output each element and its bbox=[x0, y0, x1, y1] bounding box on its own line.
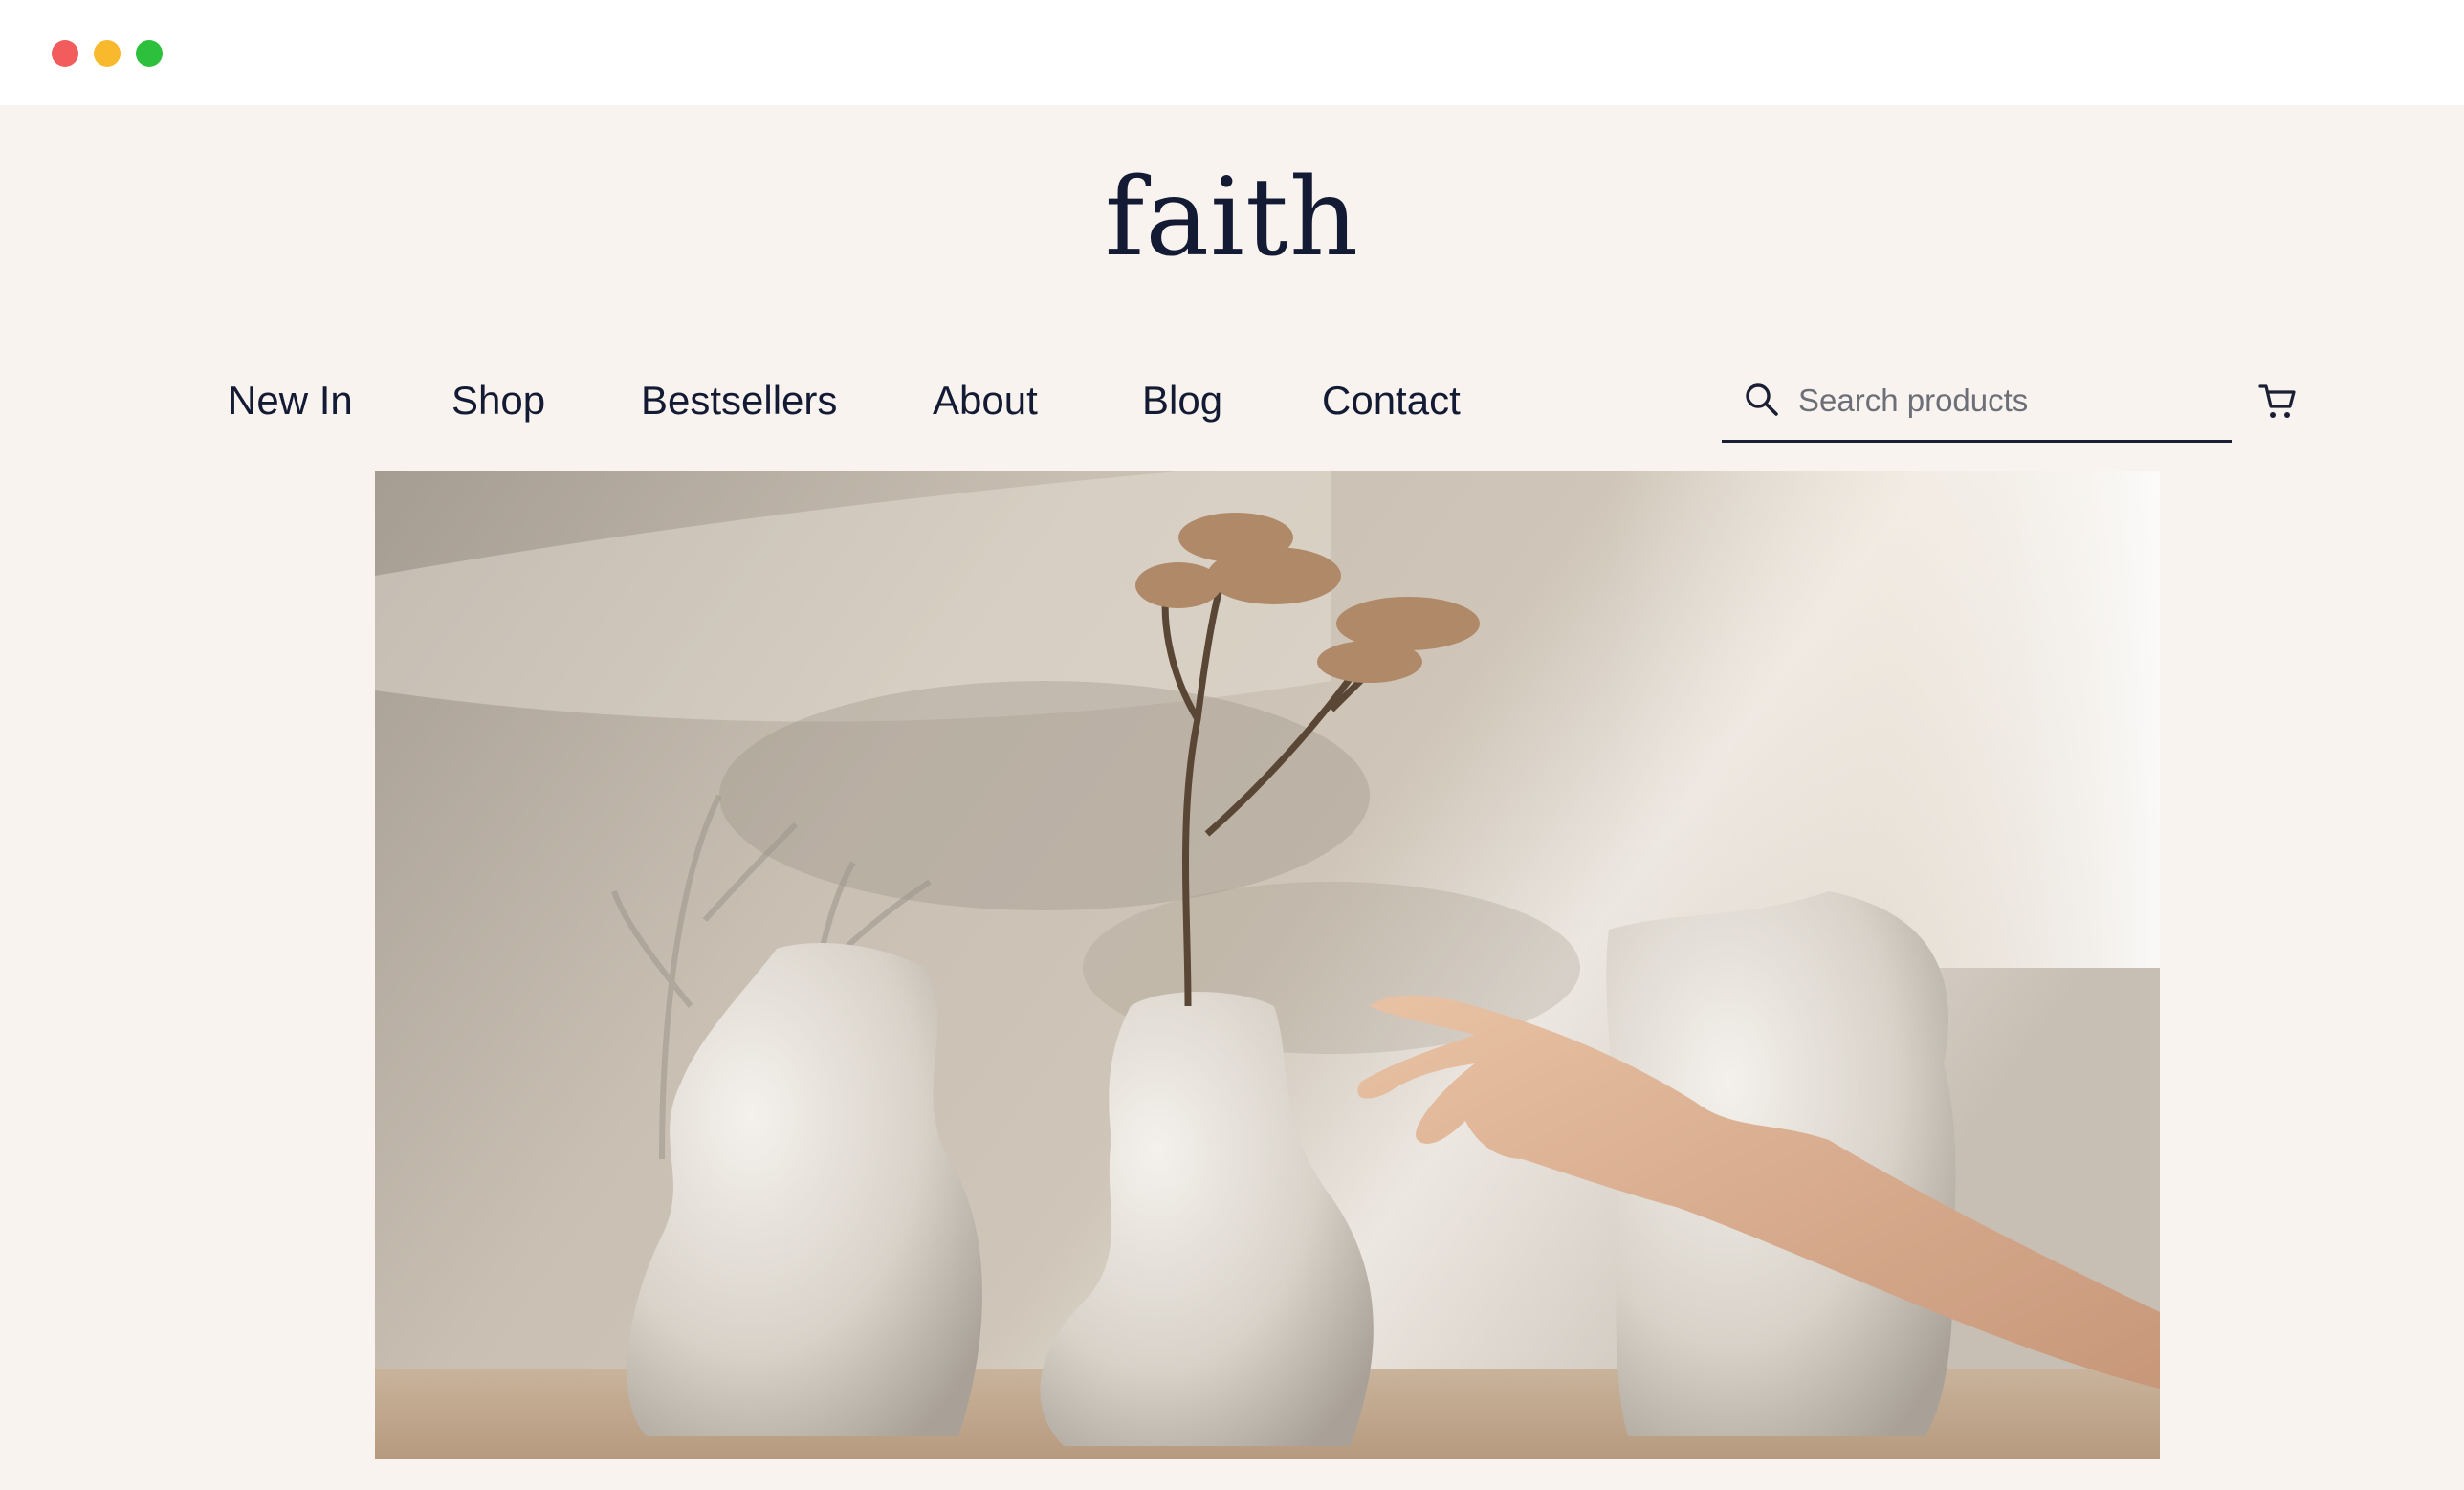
cart-icon[interactable] bbox=[2257, 381, 2299, 423]
minimize-window-button[interactable] bbox=[94, 40, 121, 67]
title-bar bbox=[0, 0, 2464, 105]
nav-item-new-in[interactable]: New In bbox=[228, 373, 353, 428]
nav-item-bestsellers[interactable]: Bestsellers bbox=[641, 373, 837, 428]
search-icon[interactable] bbox=[1743, 381, 1781, 419]
nav-item-shop[interactable]: Shop bbox=[451, 373, 545, 428]
nav-item-blog[interactable]: Blog bbox=[1142, 373, 1222, 428]
close-window-button[interactable] bbox=[52, 40, 78, 67]
hero-image bbox=[375, 471, 2160, 1459]
brand-logo[interactable]: faith bbox=[0, 164, 2464, 272]
storefront-page: faith New In Shop Bestsellers About Blog… bbox=[0, 105, 2464, 1490]
nav-item-contact[interactable]: Contact bbox=[1322, 373, 1461, 428]
maximize-window-button[interactable] bbox=[136, 40, 163, 67]
nav-item-about[interactable]: About bbox=[933, 373, 1038, 428]
browser-window: faith New In Shop Bestsellers About Blog… bbox=[0, 0, 2464, 1490]
search-bar bbox=[1722, 363, 2232, 443]
search-input[interactable] bbox=[1798, 373, 2219, 428]
